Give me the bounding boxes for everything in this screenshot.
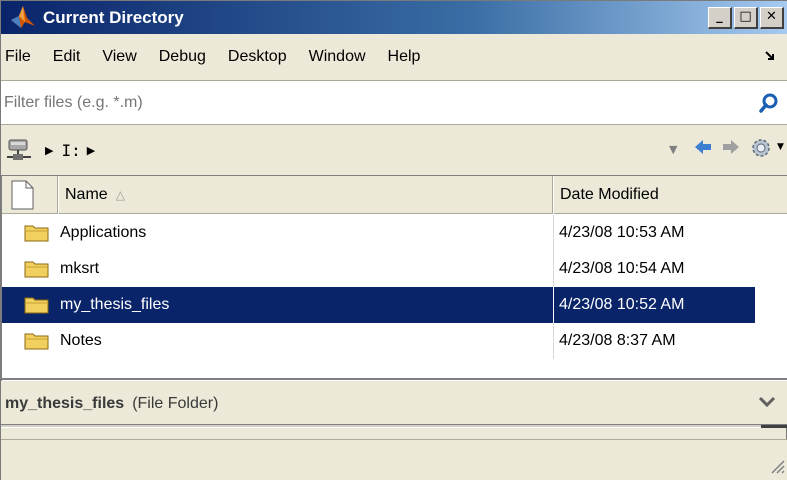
table-row-selected[interactable]: my_thesis_files 4/23/08 10:52 AM [2, 287, 755, 323]
gear-dropdown-icon[interactable]: ▼ [777, 142, 784, 152]
status-bar [1, 439, 787, 480]
table-row[interactable]: Applications 4/23/08 10:53 AM [2, 215, 755, 251]
back-icon[interactable] [695, 139, 711, 158]
filter-input[interactable] [4, 93, 724, 112]
undock-arrow-icon[interactable] [764, 50, 776, 66]
folder-icon [24, 261, 49, 278]
details-splitter[interactable] [1, 424, 787, 428]
splitter-handle[interactable] [761, 425, 787, 428]
folder-icon [24, 297, 49, 314]
path-separator-icon[interactable]: ▶ [87, 144, 95, 157]
title-bar[interactable]: Current Directory _ □ ✕ [1, 1, 787, 34]
menu-edit[interactable]: Edit [42, 48, 92, 66]
column-divider [553, 287, 554, 323]
folder-icon [24, 225, 49, 242]
file-date: 4/23/08 10:52 AM [559, 296, 685, 313]
file-table: Name △ Date Modified Applications 4/23/08… [1, 175, 787, 381]
menu-bar: File Edit View Debug Desktop Window Help [1, 34, 787, 80]
path-separator-icon[interactable]: ▶ [45, 144, 53, 157]
current-directory-window: Current Directory _ □ ✕ File Edit View D… [0, 0, 787, 480]
file-date: 4/23/08 10:54 AM [559, 260, 685, 277]
file-date: 4/23/08 10:53 AM [559, 224, 685, 241]
menu-view[interactable]: View [91, 48, 147, 66]
network-drive-icon[interactable] [5, 136, 39, 164]
column-divider [553, 251, 554, 287]
close-button[interactable]: ✕ [760, 7, 784, 29]
search-icon[interactable] [758, 92, 780, 114]
forward-icon[interactable] [723, 139, 739, 158]
path-segment[interactable]: I: [61, 141, 80, 160]
column-divider [553, 215, 554, 251]
folder-icon [24, 333, 49, 350]
resize-grip-icon[interactable] [769, 458, 785, 478]
matlab-logo-icon [9, 4, 37, 32]
minimize-button[interactable]: _ [708, 7, 732, 29]
column-header-name[interactable]: Name △ [58, 176, 553, 214]
menu-desktop[interactable]: Desktop [217, 48, 298, 66]
table-header: Name △ Date Modified [2, 176, 787, 214]
menu-window[interactable]: Window [298, 48, 377, 66]
file-date: 4/23/08 8:37 AM [559, 332, 676, 349]
gear-icon[interactable] [749, 136, 773, 164]
window-title: Current Directory [43, 7, 184, 27]
path-dropdown-icon[interactable]: ▼ [669, 143, 677, 156]
table-row[interactable]: Notes 4/23/08 8:37 AM [2, 323, 755, 359]
address-bar: ▶ I: ▶ ▼ ▼ [1, 125, 787, 175]
menu-help[interactable]: Help [377, 48, 432, 66]
filter-bar [1, 80, 787, 125]
maximize-button[interactable]: □ [734, 7, 758, 29]
sort-ascending-icon: △ [115, 188, 125, 202]
menu-debug[interactable]: Debug [148, 48, 217, 66]
details-file-name: my_thesis_files [5, 395, 125, 412]
details-panel: my_thesis_files (File Folder) [1, 381, 787, 427]
column-divider [553, 323, 554, 359]
document-icon [11, 180, 34, 210]
menu-file[interactable]: File [1, 48, 42, 66]
column-type-header[interactable] [2, 176, 58, 214]
details-file-type: (File Folder) [132, 395, 219, 412]
file-name: Notes [60, 332, 102, 349]
chevron-down-icon[interactable] [758, 393, 776, 412]
file-name: mksrt [60, 260, 100, 277]
file-name: Applications [60, 224, 147, 241]
column-header-date-modified[interactable]: Date Modified [553, 176, 787, 214]
file-name: my_thesis_files [60, 296, 170, 313]
table-bottom-border [2, 378, 787, 380]
table-row[interactable]: mksrt 4/23/08 10:54 AM [2, 251, 755, 287]
